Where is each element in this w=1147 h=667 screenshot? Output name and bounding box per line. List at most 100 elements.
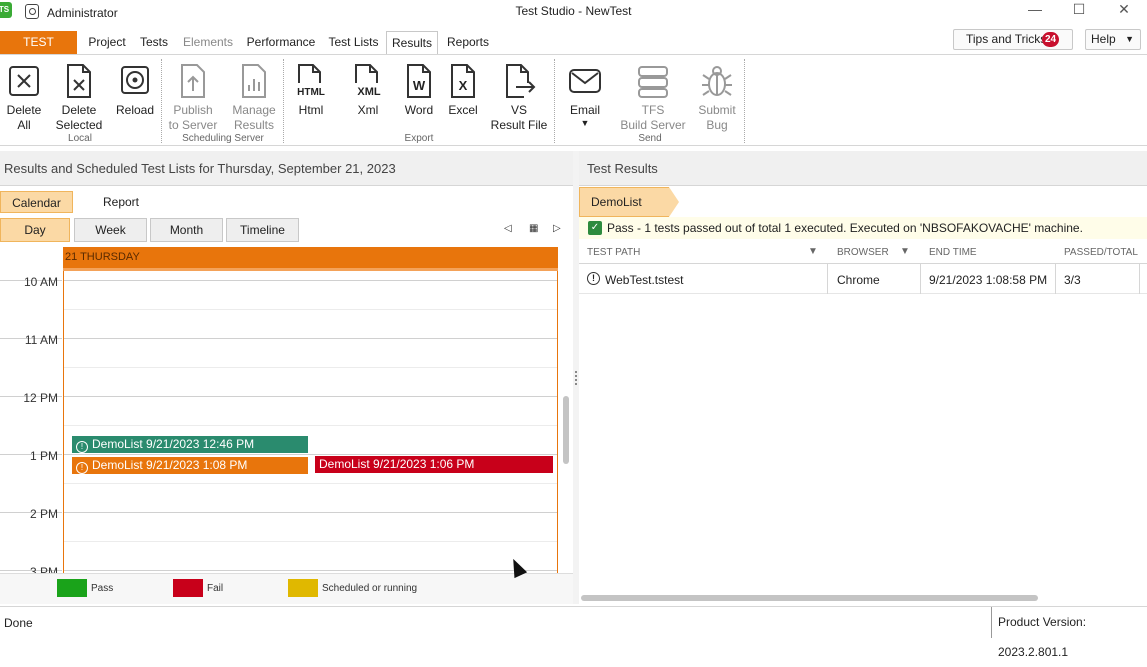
info-icon: !	[76, 462, 88, 474]
tips-and-tricks-button[interactable]: Tips and Tricks 24	[953, 29, 1073, 50]
tab-test-studio[interactable]: TEST STUDIO	[0, 31, 77, 72]
delete-all-label-2: All	[17, 118, 31, 132]
tab-elements[interactable]: Elements	[180, 31, 236, 54]
view-week-button[interactable]: Week	[74, 218, 147, 242]
results-grid-header: TEST PATH ▼ BROWSER ▼ END TIME PASSED/TO…	[579, 242, 1147, 264]
status-bar: Done Product Version: 2023.2.801.1	[0, 606, 1147, 659]
time-label: 10 AM	[23, 275, 58, 289]
ribbon-separator	[161, 59, 162, 143]
appointment-demolist-1306[interactable]: DemoList 9/21/2023 1:06 PM	[314, 455, 554, 474]
cell-passed-total: 3/3	[1064, 273, 1081, 287]
view-month-button[interactable]: Month	[150, 218, 223, 242]
day-column[interactable]	[63, 271, 558, 573]
tab-tests[interactable]: Tests	[135, 31, 173, 54]
time-label: 2 PM	[29, 507, 58, 521]
publish-label-2: to Server	[168, 118, 218, 132]
group-send-label: Send	[638, 133, 662, 144]
delete-all-button[interactable]: Delete All	[2, 55, 46, 133]
export-word-button[interactable]: W Word	[398, 55, 440, 118]
export-html-button[interactable]: HTML Html	[289, 55, 333, 118]
chevron-down-icon: ▼	[1125, 34, 1134, 44]
cell-test-path: WebTest.tstest	[605, 273, 684, 287]
tab-reports[interactable]: Reports	[443, 31, 493, 54]
column-browser[interactable]: BROWSER	[837, 247, 889, 258]
manage-label-2: Results	[233, 118, 274, 132]
vs-label-2: Result File	[490, 118, 548, 132]
results-scrollbar[interactable]	[581, 595, 1038, 601]
column-passed-total[interactable]: PASSED/TOTAL	[1064, 247, 1138, 258]
help-button[interactable]: Help ▼	[1085, 29, 1141, 50]
next-icon[interactable]: ▷	[553, 223, 561, 234]
view-day-button[interactable]: Day	[0, 218, 70, 242]
email-icon	[568, 63, 602, 99]
excel-file-icon: X	[446, 63, 480, 99]
manage-label-1: Manage	[232, 103, 276, 117]
delete-all-label-1: Delete	[6, 103, 42, 117]
tips-count-badge: 24	[1042, 32, 1059, 47]
tfs-label-1: TFS	[641, 103, 665, 117]
delete-selected-button[interactable]: Delete Selected	[53, 55, 105, 133]
help-label: Help	[1091, 32, 1116, 46]
svg-text:XML: XML	[357, 86, 381, 98]
legend-scheduled-label: Scheduled or running	[322, 583, 418, 594]
publish-to-server-button[interactable]: Publish to Server	[166, 55, 220, 133]
appointment-demolist-1308[interactable]: ! DemoList 9/21/2023 1:08 PM	[71, 456, 309, 475]
breadcrumb[interactable]: DemoList Tests	[579, 187, 679, 237]
svg-text:X: X	[459, 78, 468, 93]
bug-label-1: Submit	[698, 103, 736, 117]
email-button[interactable]: Email ▼	[562, 55, 608, 128]
export-excel-button[interactable]: X Excel	[443, 55, 483, 118]
manage-results-button[interactable]: Manage Results	[228, 55, 280, 133]
view-timeline-button[interactable]: Timeline	[226, 218, 299, 242]
time-label: 3 PM	[29, 565, 58, 573]
tfs-build-server-button[interactable]: TFS Build Server	[620, 55, 686, 133]
appointment-label: DemoList 9/21/2023 12:46 PM	[92, 437, 255, 451]
legend-pass-swatch	[57, 579, 87, 597]
group-export-label: Export	[404, 133, 434, 144]
tab-test-lists[interactable]: Test Lists	[325, 31, 382, 54]
time-label: 12 PM	[23, 391, 58, 405]
tab-calendar[interactable]: Calendar	[0, 191, 73, 213]
tab-performance[interactable]: Performance	[243, 31, 319, 54]
tab-project[interactable]: Project	[81, 31, 133, 54]
reload-button[interactable]: Reload	[113, 55, 157, 118]
filter-icon[interactable]: ▼	[808, 246, 818, 257]
result-summary: ✓ Pass - 1 tests passed out of total 1 e…	[579, 217, 1147, 239]
tab-report[interactable]: Report	[90, 191, 152, 213]
day-header: 21 THURSDAY	[63, 247, 558, 271]
maximize-icon[interactable]: ☐	[1056, 0, 1102, 22]
today-icon[interactable]: ▦	[529, 223, 538, 234]
filter-icon[interactable]: ▼	[900, 246, 910, 257]
word-file-icon: W	[402, 63, 436, 99]
export-vs-result-button[interactable]: VS Result File	[490, 55, 548, 133]
previous-icon[interactable]: ◁	[504, 223, 512, 234]
xml-file-icon: XML	[351, 63, 385, 99]
submit-bug-button[interactable]: Submit Bug	[694, 55, 740, 133]
delete-selected-icon	[62, 63, 96, 99]
ribbon-separator	[283, 59, 284, 143]
export-xml-button[interactable]: XML Xml	[346, 55, 390, 118]
appointment-demolist-1246[interactable]: ! DemoList 9/21/2023 12:46 PM	[71, 435, 309, 454]
word-label: Word	[404, 103, 434, 117]
minimize-icon[interactable]: —	[1012, 0, 1058, 22]
column-end-time[interactable]: END TIME	[929, 247, 977, 258]
breadcrumb-item[interactable]: DemoList Tests	[579, 187, 669, 237]
email-dropdown-icon[interactable]: ▼	[562, 118, 608, 128]
delete-all-icon	[7, 63, 41, 99]
bug-icon	[700, 63, 734, 99]
calendar-scrollbar[interactable]	[563, 396, 569, 464]
table-row[interactable]: ! WebTest.tstest Chrome 9/21/2023 1:08:5…	[579, 265, 1147, 294]
server-icon	[636, 63, 670, 99]
appointment-label: DemoList 9/21/2023 1:08 PM	[92, 458, 248, 472]
bug-label-2: Bug	[706, 118, 728, 132]
tab-results[interactable]: Results	[386, 31, 438, 54]
close-icon[interactable]: ✕	[1101, 0, 1147, 22]
calendar-panel: Results and Scheduled Test Lists for Thu…	[0, 151, 573, 604]
legend-fail-label: Fail	[207, 583, 224, 594]
column-test-path[interactable]: TEST PATH	[587, 247, 640, 258]
group-scheduling-label: Scheduling Server	[182, 133, 264, 144]
time-label: 1 PM	[29, 449, 58, 463]
reload-icon	[118, 63, 152, 99]
day-calendar: 21 THURSDAY 10 AM 11 AM 12 PM 1 PM 2 PM …	[0, 245, 573, 573]
title-bar: TS Administrator Test Studio - NewTest —…	[0, 0, 1147, 26]
